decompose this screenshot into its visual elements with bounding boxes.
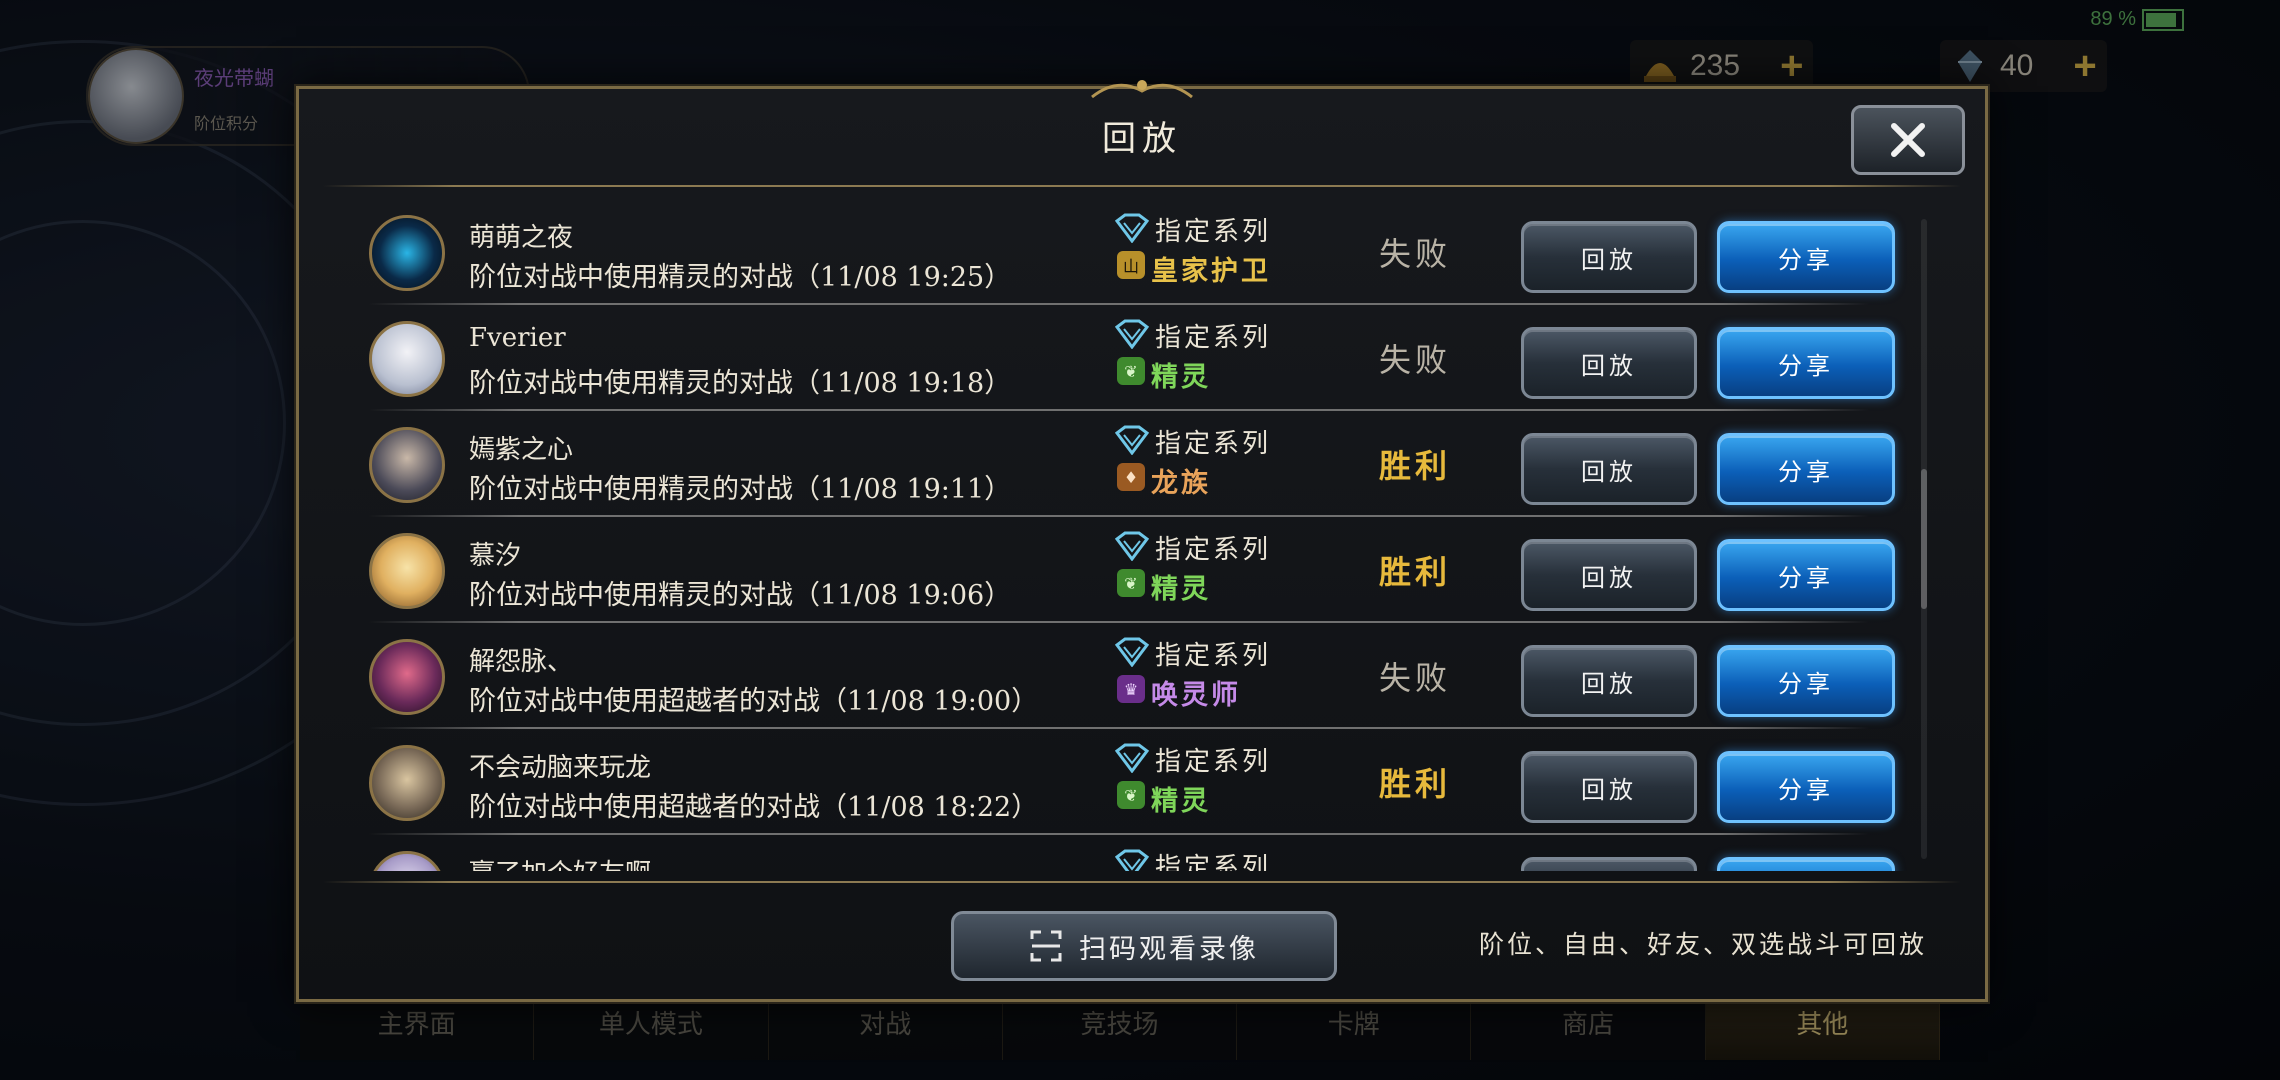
forest-class-icon: ❦: [1117, 781, 1145, 809]
share-button[interactable]: 分享: [1717, 539, 1895, 611]
close-button[interactable]: [1851, 105, 1965, 175]
opponent-name: Fverier: [469, 323, 566, 353]
replay-row: 慕汐 阶位对战中使用精灵的对战（11/08 19:06） 指定系列 ❦ 精灵 胜…: [339, 517, 1899, 623]
rotation-format-icon: [1115, 849, 1149, 871]
replay-button[interactable]: 回放: [1521, 857, 1697, 871]
modal-title: 回放: [1102, 119, 1182, 159]
close-icon: [1891, 123, 1925, 157]
scan-icon: [1030, 930, 1062, 962]
opponent-avatar: [369, 215, 445, 291]
result-label: 胜利: [1379, 447, 1452, 485]
class-label: 龙族: [1151, 468, 1211, 499]
replay-row: 解怨脉、 阶位对战中使用超越者的对战（11/08 19:00） 指定系列 ♛ 唤…: [339, 623, 1899, 729]
class-label: 精灵: [1151, 362, 1211, 393]
scan-qr-label: 扫码观看录像: [1079, 933, 1259, 965]
format-label: 指定系列: [1155, 323, 1272, 353]
share-button[interactable]: 分享: [1717, 645, 1895, 717]
replay-row: Fverier 阶位对战中使用精灵的对战（11/08 19:18） 指定系列 ❦…: [339, 305, 1899, 411]
share-button[interactable]: 分享: [1717, 751, 1895, 823]
replay-button[interactable]: 回放: [1521, 751, 1697, 823]
share-button[interactable]: 分享: [1717, 857, 1895, 871]
replay-row: 不会动脑来玩龙 阶位对战中使用超越者的对战（11/08 18:22） 指定系列 …: [339, 729, 1899, 835]
result-label: 失败: [1379, 235, 1452, 273]
share-button[interactable]: 分享: [1717, 433, 1895, 505]
replay-button[interactable]: 回放: [1521, 645, 1697, 717]
list-scrollbar[interactable]: [1921, 219, 1927, 859]
title-ornament: [1091, 80, 1193, 99]
opponent-name: 赢了加个好友啊: [469, 853, 651, 871]
scrollbar-thumb[interactable]: [1921, 469, 1927, 609]
bottom-divider: [323, 881, 1961, 883]
class-label: 精灵: [1151, 786, 1211, 817]
rotation-format-icon: [1115, 213, 1149, 243]
result-label: 胜利: [1379, 765, 1452, 803]
class-label: 精灵: [1151, 574, 1211, 605]
opponent-avatar: [369, 745, 445, 821]
top-divider: [323, 185, 1961, 187]
replay-button[interactable]: 回放: [1521, 433, 1697, 505]
forest-class-icon: ❦: [1117, 569, 1145, 597]
rotation-format-icon: [1115, 531, 1149, 561]
shadow-class-icon: ♛: [1117, 675, 1145, 703]
replay-button[interactable]: 回放: [1521, 539, 1697, 611]
battle-description: 阶位对战中使用精灵的对战（11/08 19:25）: [469, 262, 1012, 293]
opponent-avatar: [369, 851, 445, 871]
result-label: 失败: [1379, 659, 1452, 697]
format-label: 指定系列: [1155, 217, 1272, 247]
replay-modal: 回放 萌萌之夜 阶位对战中使用精灵的对战（11/08 19:25） 指定系列 山…: [296, 80, 1988, 1002]
rotation-format-icon: [1115, 637, 1149, 667]
replay-row: 嫣紫之心 阶位对战中使用精灵的对战（11/08 19:11） 指定系列 ♦ 龙族…: [339, 411, 1899, 517]
battle-description: 阶位对战中使用精灵的对战（11/08 19:06）: [469, 580, 1012, 611]
royal-class-icon: 山: [1117, 251, 1145, 279]
rotation-format-icon: [1115, 743, 1149, 773]
format-label: 指定系列: [1155, 853, 1272, 871]
replay-note: 阶位、自由、好友、双选战斗可回放: [1478, 930, 1927, 959]
replay-row: 赢了加个好友啊 指定系列 失败 回放 分享: [339, 835, 1899, 871]
rotation-format-icon: [1115, 425, 1149, 455]
opponent-name: 嫣紫之心: [469, 435, 574, 465]
battle-description: 阶位对战中使用超越者的对战（11/08 19:00）: [469, 686, 1039, 717]
opponent-avatar: [369, 321, 445, 397]
class-label: 唤灵师: [1151, 680, 1241, 711]
opponent-name: 解怨脉、: [469, 647, 574, 677]
battle-description: 阶位对战中使用超越者的对战（11/08 18:22）: [469, 792, 1039, 823]
dragon-class-icon: ♦: [1117, 463, 1145, 491]
opponent-name: 慕汐: [469, 541, 522, 571]
share-button[interactable]: 分享: [1717, 221, 1895, 293]
opponent-avatar: [369, 533, 445, 609]
rotation-format-icon: [1115, 319, 1149, 349]
replay-row: 萌萌之夜 阶位对战中使用精灵的对战（11/08 19:25） 指定系列 山 皇家…: [339, 199, 1899, 305]
share-button[interactable]: 分享: [1717, 327, 1895, 399]
format-label: 指定系列: [1155, 747, 1272, 777]
format-label: 指定系列: [1155, 641, 1272, 671]
result-label: 失败: [1379, 341, 1452, 379]
opponent-name: 萌萌之夜: [469, 223, 574, 253]
opponent-name: 不会动脑来玩龙: [469, 753, 652, 783]
replay-list[interactable]: 萌萌之夜 阶位对战中使用精灵的对战（11/08 19:25） 指定系列 山 皇家…: [339, 199, 1929, 871]
format-label: 指定系列: [1155, 429, 1272, 459]
replay-button[interactable]: 回放: [1521, 221, 1697, 293]
format-label: 指定系列: [1155, 535, 1272, 565]
opponent-avatar: [369, 639, 445, 715]
scan-qr-button[interactable]: 扫码观看录像: [951, 911, 1337, 981]
forest-class-icon: ❦: [1117, 357, 1145, 385]
replay-button[interactable]: 回放: [1521, 327, 1697, 399]
battle-description: 阶位对战中使用精灵的对战（11/08 19:18）: [469, 368, 1012, 399]
result-label: 失败: [1379, 865, 1451, 871]
result-label: 胜利: [1379, 553, 1452, 591]
battle-description: 阶位对战中使用精灵的对战（11/08 19:11）: [469, 474, 1012, 505]
class-label: 皇家护卫: [1151, 256, 1271, 287]
opponent-avatar: [369, 427, 445, 503]
